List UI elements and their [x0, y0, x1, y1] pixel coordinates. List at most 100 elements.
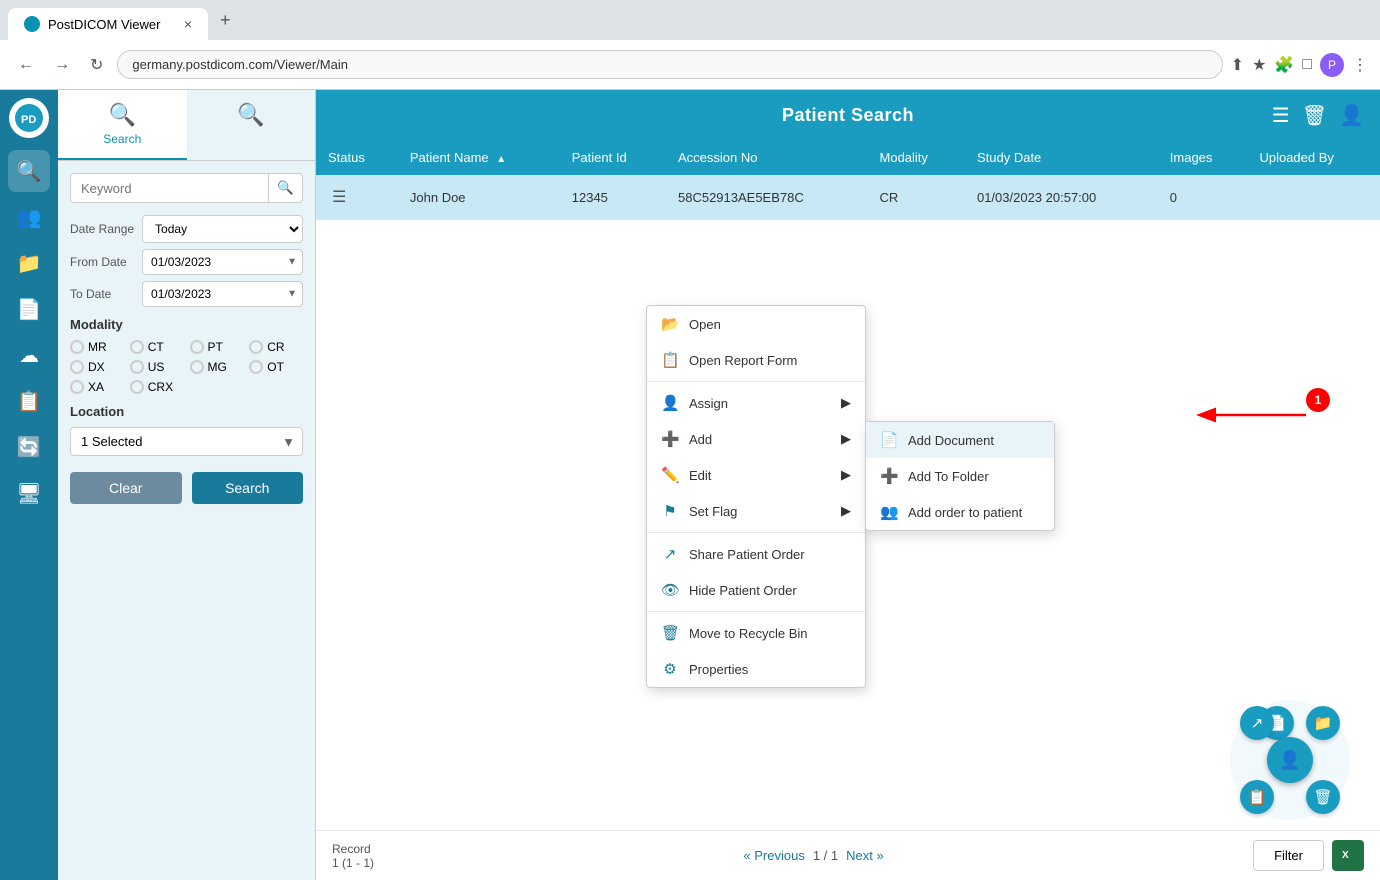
menu-icon[interactable]: ⋮	[1352, 55, 1368, 75]
back-button[interactable]: ←	[12, 52, 40, 78]
modality-ct[interactable]: CT	[130, 340, 184, 354]
search-button[interactable]: Search	[192, 472, 304, 504]
from-date-input[interactable]	[142, 249, 303, 275]
submenu-item-add-folder[interactable]: ➕ Add To Folder	[866, 458, 1054, 494]
date-range-label: Date Range	[70, 222, 134, 236]
sidebar-item-layers[interactable]: 📄	[8, 288, 50, 330]
modality-ct-radio[interactable]	[130, 340, 144, 354]
modality-crx-radio[interactable]	[130, 380, 144, 394]
modality-ot-radio[interactable]	[249, 360, 263, 374]
menu-assign-label: Assign	[689, 396, 728, 411]
modality-us[interactable]: US	[130, 360, 184, 374]
modality-ot[interactable]: OT	[249, 360, 303, 374]
modality-xa[interactable]: XA	[70, 380, 124, 394]
fab-center[interactable]: 👤	[1267, 737, 1313, 783]
properties-icon: ⚙	[661, 660, 679, 678]
header-trash-icon[interactable]: 🗑	[1302, 103, 1327, 128]
submenu-item-add-document[interactable]: 📄 Add Document	[866, 422, 1054, 458]
modality-pt[interactable]: PT	[190, 340, 244, 354]
col-uploaded-by[interactable]: Uploaded By	[1247, 140, 1380, 175]
refresh-button[interactable]: ↻	[84, 51, 109, 79]
modality-mr[interactable]: MR	[70, 340, 124, 354]
menu-item-open[interactable]: 📂 Open	[647, 306, 865, 342]
modality-xa-label: XA	[88, 380, 104, 394]
bookmark-icon[interactable]: ★	[1252, 55, 1266, 75]
search-tab-icon: 🔍	[109, 102, 136, 128]
prev-button[interactable]: « Previous	[743, 848, 804, 863]
menu-item-move-recycle[interactable]: 🗑 Move to Recycle Bin	[647, 615, 865, 651]
modality-mg-radio[interactable]	[190, 360, 204, 374]
sidebar-item-monitor[interactable]: 🖥	[8, 472, 50, 514]
menu-item-share[interactable]: ↗ Share Patient Order	[647, 536, 865, 572]
modality-mg[interactable]: MG	[190, 360, 244, 374]
tab-search[interactable]: 🔍 Search	[58, 90, 187, 160]
sidebar-item-folder[interactable]: 📁	[8, 242, 50, 284]
address-bar[interactable]	[117, 50, 1222, 79]
window-icon[interactable]: □	[1302, 56, 1312, 74]
tab-worklist[interactable]: 🔍	[187, 90, 316, 160]
sidebar-item-sync[interactable]: 🔄	[8, 426, 50, 468]
submenu-item-add-order[interactable]: 👥 Add order to patient	[866, 494, 1054, 530]
modality-dx-radio[interactable]	[70, 360, 84, 374]
tab-bar: PostDICOM Viewer × +	[0, 0, 1380, 40]
extensions-icon[interactable]: 🧩	[1274, 55, 1294, 75]
new-tab-button[interactable]: +	[212, 6, 239, 35]
menu-item-properties[interactable]: ⚙ Properties	[647, 651, 865, 687]
col-study-date[interactable]: Study Date	[965, 140, 1158, 175]
menu-separator-1	[647, 381, 865, 382]
menu-item-open-report[interactable]: 📋 Open Report Form	[647, 342, 865, 378]
col-patient-name[interactable]: Patient Name ▲	[398, 140, 560, 175]
record-range: 1 (1 - 1)	[332, 856, 374, 870]
modality-pt-radio[interactable]	[190, 340, 204, 354]
modality-cr-radio[interactable]	[249, 340, 263, 354]
keyword-search-button[interactable]: 🔍	[269, 173, 303, 203]
header-user-icon[interactable]: 👤	[1339, 103, 1364, 128]
menu-item-set-flag[interactable]: ⚑ Set Flag ▶	[647, 493, 865, 529]
active-tab[interactable]: PostDICOM Viewer ×	[8, 8, 208, 40]
col-modality[interactable]: Modality	[868, 140, 965, 175]
date-range-select-wrap: Today Yesterday Last 7 Days Last 30 Days…	[142, 215, 303, 243]
row-menu-button[interactable]: ☰	[328, 185, 350, 209]
clear-button[interactable]: Clear	[70, 472, 182, 504]
menu-item-add[interactable]: ➕ Add ▶ 📄 Add Document ➕ Add To Folder	[647, 421, 865, 457]
location-select[interactable]: 1 Selected	[70, 427, 303, 456]
to-date-input[interactable]	[142, 281, 303, 307]
sidebar-item-upload[interactable]: ☁	[8, 334, 50, 376]
col-status[interactable]: Status	[316, 140, 398, 175]
modality-cr[interactable]: CR	[249, 340, 303, 354]
tab-close-button[interactable]: ×	[184, 16, 192, 32]
header-list-icon[interactable]: ☰	[1272, 103, 1290, 128]
menu-set-flag-label: Set Flag	[689, 504, 737, 519]
col-images[interactable]: Images	[1158, 140, 1248, 175]
col-accession-no[interactable]: Accession No	[666, 140, 868, 175]
modality-mr-radio[interactable]	[70, 340, 84, 354]
filter-button[interactable]: Filter	[1253, 840, 1324, 871]
forward-button[interactable]: →	[48, 52, 76, 78]
arrow-svg	[1186, 395, 1316, 435]
keyword-input[interactable]	[70, 173, 269, 203]
menu-item-assign[interactable]: 👤 Assign ▶	[647, 385, 865, 421]
sidebar-item-users[interactable]: 👥	[8, 196, 50, 238]
fab-trash[interactable]: 🗑	[1306, 780, 1340, 814]
modality-label: Modality	[70, 317, 303, 332]
date-range-select[interactable]: Today Yesterday Last 7 Days Last 30 Days…	[142, 215, 303, 243]
menu-item-hide[interactable]: 👁 Hide Patient Order	[647, 572, 865, 608]
modality-crx[interactable]: CRX	[130, 380, 184, 394]
sidebar-item-search[interactable]: 🔍	[8, 150, 50, 192]
table-row[interactable]: ☰ John Doe 12345 58C52913AE5EB78C CR 01/…	[316, 175, 1380, 220]
modality-xa-radio[interactable]	[70, 380, 84, 394]
fab-report[interactable]: 📋	[1240, 780, 1274, 814]
modality-us-radio[interactable]	[130, 360, 144, 374]
next-button[interactable]: Next »	[846, 848, 884, 863]
menu-item-edit[interactable]: ✏️ Edit ▶	[647, 457, 865, 493]
share-nav-icon[interactable]: ⬆	[1231, 55, 1244, 75]
fab-folder[interactable]: 📁	[1306, 706, 1340, 740]
add-icon: ➕	[661, 430, 679, 448]
fab-share[interactable]: ↗	[1240, 706, 1274, 740]
modality-dx[interactable]: DX	[70, 360, 124, 374]
page-info: 1 / 1	[813, 848, 838, 863]
sidebar-item-report[interactable]: 📋	[8, 380, 50, 422]
col-patient-id[interactable]: Patient Id	[560, 140, 666, 175]
excel-button[interactable]: X	[1332, 840, 1364, 871]
profile-icon[interactable]: P	[1320, 53, 1344, 77]
